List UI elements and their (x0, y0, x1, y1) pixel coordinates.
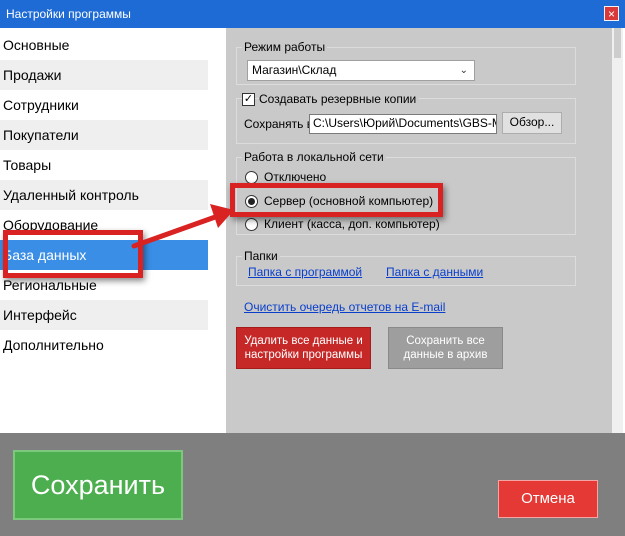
network-group-label: Работа в локальной сети (242, 150, 386, 164)
sidebar-item-additional[interactable]: Дополнительно (0, 330, 208, 360)
backup-path-input[interactable]: C:\Users\Юрий\Documents\GBS-Mar (309, 114, 497, 134)
sidebar-item-interface[interactable]: Интерфейс (0, 300, 208, 330)
save-button[interactable]: Сохранить (13, 450, 183, 520)
sidebar-item-employees[interactable]: Сотрудники (0, 90, 208, 120)
delete-button-line2: настройки программы (244, 349, 363, 361)
annotation-highlight-server (230, 183, 443, 217)
radio-disabled-label: Отключено (264, 170, 327, 184)
close-icon[interactable]: × (604, 6, 619, 21)
delete-all-data-button[interactable]: Удалить все данные и настройки программы (236, 327, 371, 369)
scrollbar-thumb[interactable] (614, 28, 621, 58)
radio-client-label: Клиент (касса, доп. компьютер) (264, 217, 440, 231)
work-mode-value: Магазин\Склад (252, 63, 337, 77)
browse-button[interactable]: Обзор... (502, 112, 562, 134)
delete-button-line1: Удалить все данные и (244, 335, 363, 347)
sidebar-item-sales[interactable]: Продажи (0, 60, 208, 90)
save-in-label: Сохранять в (244, 117, 314, 131)
work-mode-label: Режим работы (242, 40, 328, 54)
annotation-highlight-database (3, 230, 143, 278)
chevron-down-icon: ⌄ (459, 65, 468, 76)
clear-email-queue-link[interactable]: Очистить очередь отчетов на E-mail (244, 300, 445, 314)
archive-button-line1: Сохранить все (406, 335, 485, 347)
data-folder-link[interactable]: Папка с данными (386, 265, 483, 279)
cancel-button[interactable]: Отмена (498, 480, 598, 518)
check-icon: ✓ (243, 93, 254, 105)
annotation-arrow-icon (131, 204, 234, 249)
archive-data-button[interactable]: Сохранить все данные в архив (388, 327, 503, 369)
title-bar: Настройки программы × (0, 0, 625, 28)
archive-button-line2: данные в архив (403, 349, 488, 361)
program-folder-link[interactable]: Папка с программой (248, 265, 362, 279)
panel-scrollbar[interactable] (612, 28, 623, 433)
work-mode-select[interactable]: Магазин\Склад ⌄ (247, 60, 475, 81)
sidebar-item-basic[interactable]: Основные (0, 30, 208, 60)
backup-checkbox-label: Создавать резервные копии (259, 92, 420, 106)
folders-group-label: Папки (242, 249, 280, 263)
radio-client[interactable] (245, 218, 258, 231)
window-title: Настройки программы (6, 7, 131, 21)
sidebar-item-customers[interactable]: Покупатели (0, 120, 208, 150)
backup-checkbox[interactable]: ✓ (242, 93, 255, 106)
sidebar-item-goods[interactable]: Товары (0, 150, 208, 180)
